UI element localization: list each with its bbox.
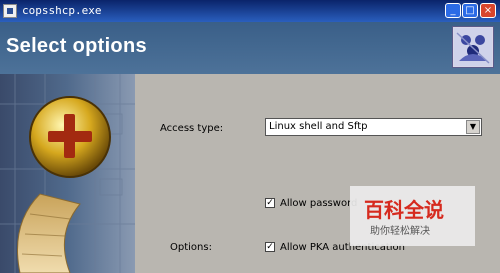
app-icon[interactable] (3, 4, 17, 18)
maximize-button[interactable]: □ (462, 3, 478, 18)
access-type-value: Linux shell and Sftp (269, 121, 368, 132)
minimize-button[interactable]: _ (445, 3, 461, 18)
chevron-down-icon[interactable]: ▼ (466, 120, 480, 134)
allow-pka-checkbox[interactable]: ✓ (265, 242, 275, 252)
page-title: Select options (6, 35, 147, 57)
window-title: copsshcp.exe (22, 4, 102, 17)
access-type-dropdown[interactable]: Linux shell and Sftp ▼ (265, 118, 482, 136)
watermark-overlay: 百科全说 助你轻松解决 (350, 186, 475, 246)
watermark-subtitle: 助你轻松解决 (370, 226, 430, 237)
user-group-logo-icon (452, 26, 494, 68)
options-label: Options: (170, 242, 212, 253)
allow-password-label: Allow password (280, 198, 358, 209)
watermark-brand: 百科全说 (364, 198, 444, 222)
allow-password-checkbox[interactable]: ✓ (265, 198, 275, 208)
close-button[interactable]: × (480, 3, 496, 18)
decorative-panel (0, 74, 135, 273)
title-bar: copsshcp.exe _ □ × (0, 0, 500, 22)
header: Select options (0, 22, 500, 74)
access-type-label: Access type: (160, 123, 224, 134)
